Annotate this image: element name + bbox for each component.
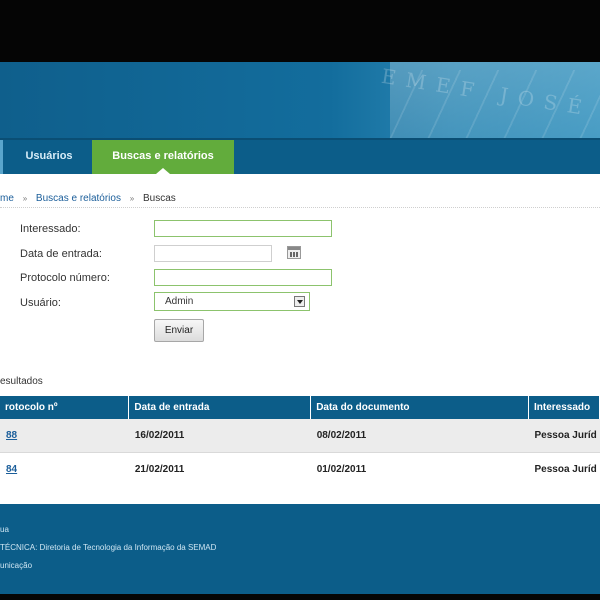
breadcrumb-current: Buscas: [142, 193, 176, 204]
data-entrada-cell: 16/02/2011: [134, 430, 185, 441]
tab-buscas-relatorios[interactable]: Buscas e relatórios: [92, 140, 234, 174]
tab-usuarios[interactable]: Usuários: [0, 140, 95, 174]
bottom-black-bar: [0, 594, 600, 600]
results-title: esultados: [0, 376, 43, 387]
interessado-cell: Pessoa Juríd: [534, 430, 597, 441]
footer-line-2: TÉCNICA: Diretoria de Tecnologia da Info…: [0, 543, 217, 552]
top-black-bar: [0, 0, 600, 62]
calendar-icon[interactable]: [287, 246, 301, 259]
table-header-row: rotocolo nº Data de entrada Data do docu…: [0, 396, 600, 419]
main-navigation: Usuários Buscas e relatórios: [0, 138, 600, 174]
tab-usuarios-label: Usuários: [25, 150, 73, 162]
usuario-label: Usuário:: [20, 297, 61, 309]
breadcrumb: me » Buscas e relatórios » Buscas: [0, 193, 176, 204]
footer: ua TÉCNICA: Diretoria de Tecnologia da I…: [0, 504, 600, 594]
breadcrumb-home-link[interactable]: me: [0, 193, 14, 204]
footer-line-1: ua: [0, 525, 9, 534]
table-row: 88 16/02/2011 08/02/2011 Pessoa Juríd: [0, 419, 600, 453]
protocolo-label: Protocolo número:: [20, 272, 110, 284]
breadcrumb-separator: »: [129, 194, 135, 203]
footer-line-3: unicação: [0, 561, 33, 570]
protocolo-link[interactable]: 84: [6, 464, 17, 475]
results-table: rotocolo nº Data de entrada Data do docu…: [0, 396, 600, 487]
protocolo-link[interactable]: 88: [6, 430, 17, 441]
chevron-down-icon[interactable]: [294, 296, 305, 307]
header-banner: EMEF JOSÉ M: [0, 62, 600, 140]
data-entrada-input[interactable]: [154, 245, 272, 262]
protocolo-input[interactable]: [154, 269, 332, 286]
data-documento-cell: 08/02/2011: [316, 430, 367, 441]
enviar-button[interactable]: Enviar: [154, 319, 204, 342]
breadcrumb-separator: »: [22, 194, 28, 203]
content-bottom-gap: [0, 480, 600, 504]
column-header-interessado[interactable]: Interessado: [528, 396, 600, 419]
divider: [0, 207, 600, 208]
interessado-label: Interessado:: [20, 223, 81, 235]
data-documento-cell: 01/02/2011: [316, 464, 367, 475]
column-header-protocolo[interactable]: rotocolo nº: [0, 396, 130, 419]
usuario-select[interactable]: Admin: [154, 292, 310, 311]
data-entrada-cell: 21/02/2011: [134, 464, 185, 475]
data-entrada-label: Data de entrada:: [20, 248, 102, 260]
tab-buscas-relatorios-label: Buscas e relatórios: [112, 150, 214, 162]
column-header-data-documento[interactable]: Data do documento: [310, 396, 529, 419]
interessado-cell: Pessoa Juríd: [534, 464, 597, 475]
breadcrumb-buscas-relatorios-link[interactable]: Buscas e relatórios: [36, 193, 121, 204]
column-header-data-entrada[interactable]: Data de entrada: [128, 396, 312, 419]
usuario-select-value: Admin: [165, 296, 194, 307]
interessado-input[interactable]: [154, 220, 332, 237]
